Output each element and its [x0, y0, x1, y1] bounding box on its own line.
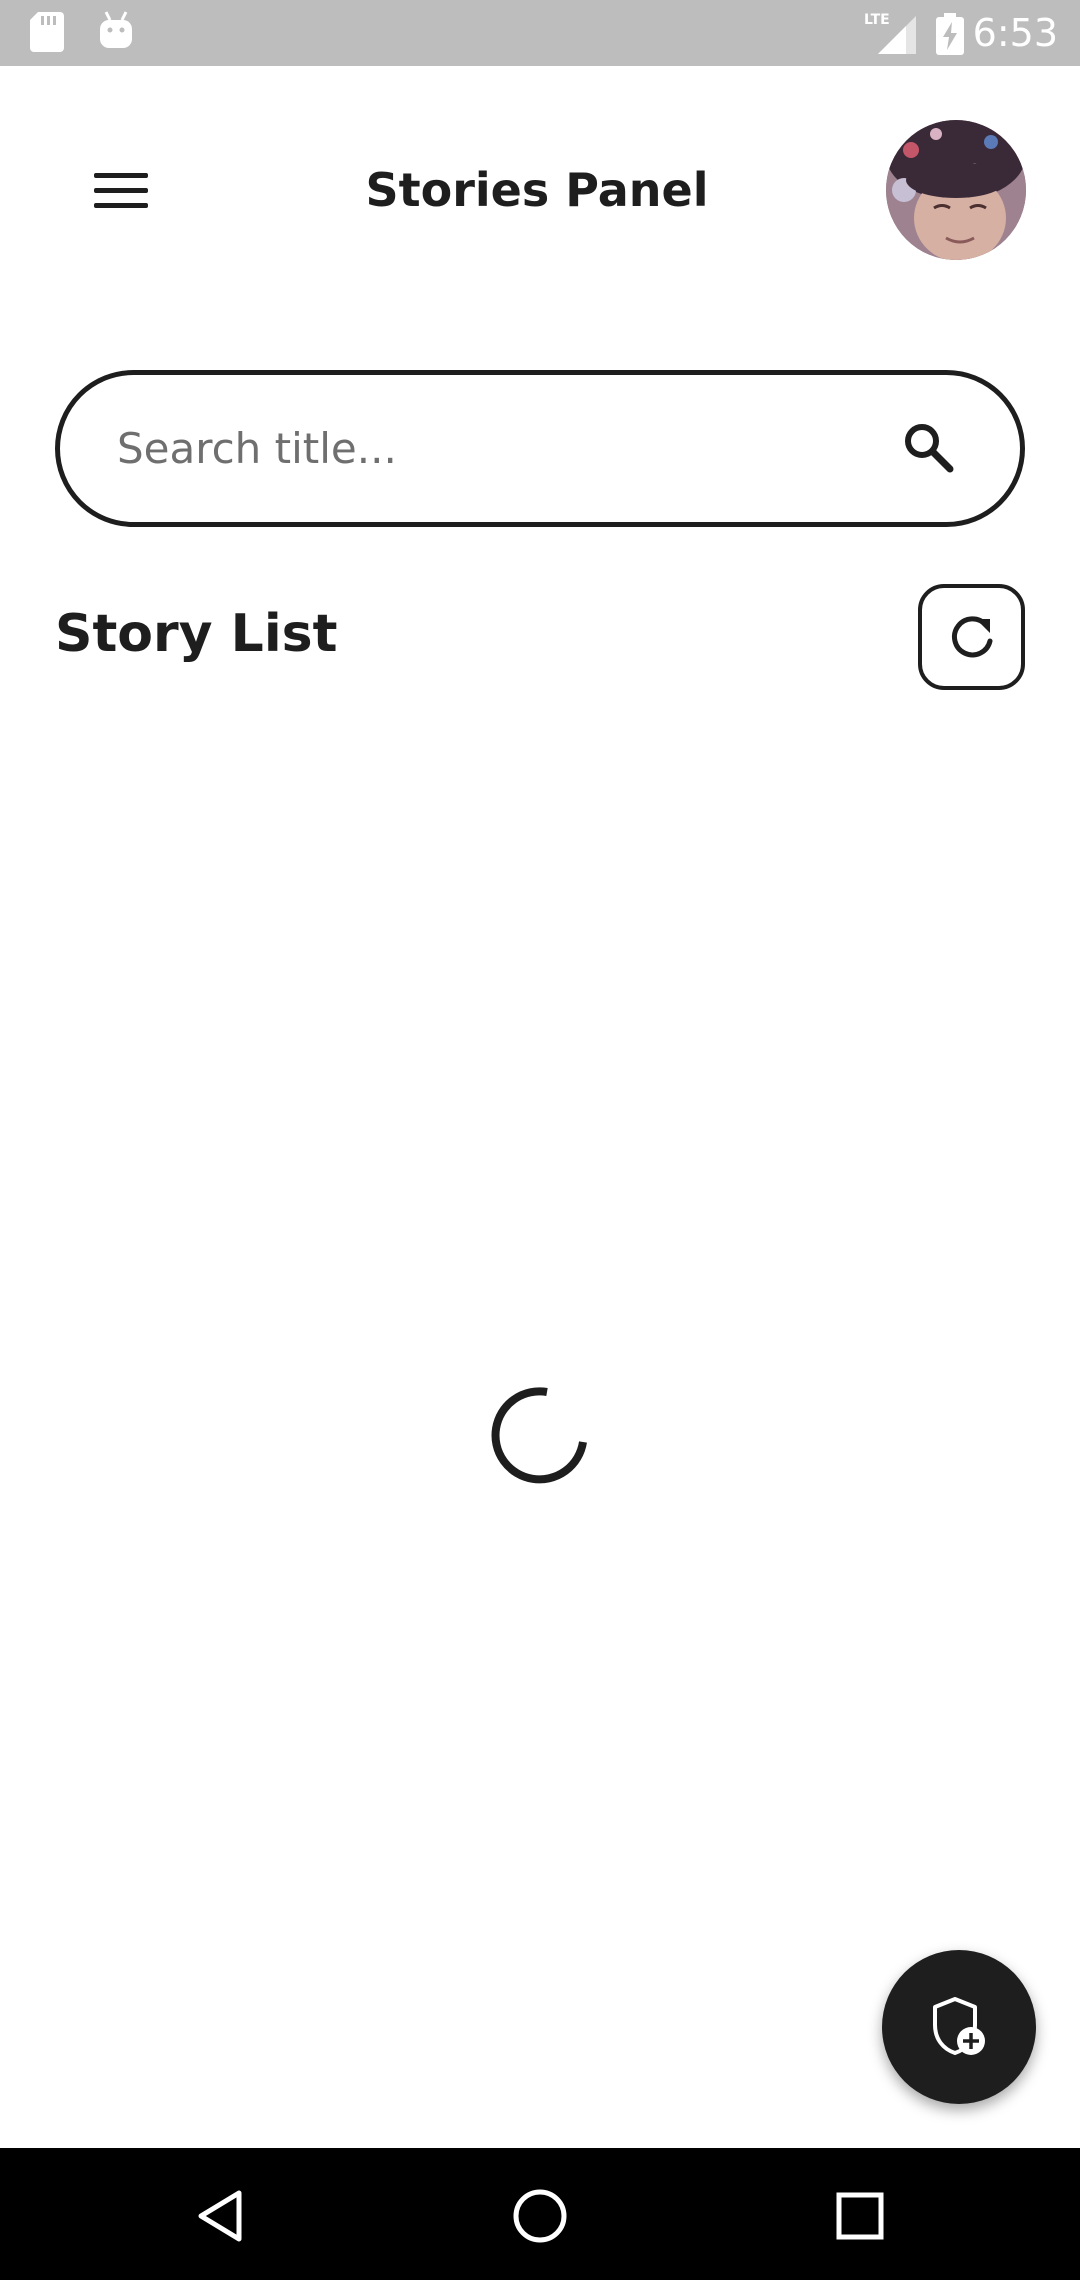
add-story-fab[interactable] [882, 1950, 1036, 2104]
shield-plus-icon [933, 1997, 985, 2055]
sd-card-icon [30, 12, 64, 52]
status-bar: LTE 6:53 [0, 0, 1080, 66]
search-input[interactable] [115, 375, 875, 522]
nav-back-button[interactable] [180, 2176, 260, 2256]
search-icon [905, 424, 954, 473]
avatar-image [886, 120, 1026, 260]
home-icon [513, 2189, 567, 2243]
network-label: LTE [864, 12, 890, 28]
battery-charging-icon [936, 13, 964, 55]
android-icon [100, 11, 132, 48]
refresh-icon [951, 616, 992, 658]
user-avatar[interactable] [886, 120, 1026, 260]
story-list-title: Story List [55, 604, 338, 664]
refresh-button[interactable] [918, 584, 1025, 690]
search-box [55, 370, 1025, 527]
search-button[interactable] [896, 415, 960, 479]
loading-spinner [491, 1387, 587, 1484]
lte-signal-icon: LTE [864, 12, 916, 54]
nav-home-button[interactable] [500, 2176, 580, 2256]
navigation-bar [0, 2148, 1080, 2280]
recents-icon [836, 2192, 884, 2240]
nav-recents-button[interactable] [820, 2176, 900, 2256]
back-icon [198, 2190, 242, 2242]
status-time: 6:53 [972, 11, 1058, 55]
